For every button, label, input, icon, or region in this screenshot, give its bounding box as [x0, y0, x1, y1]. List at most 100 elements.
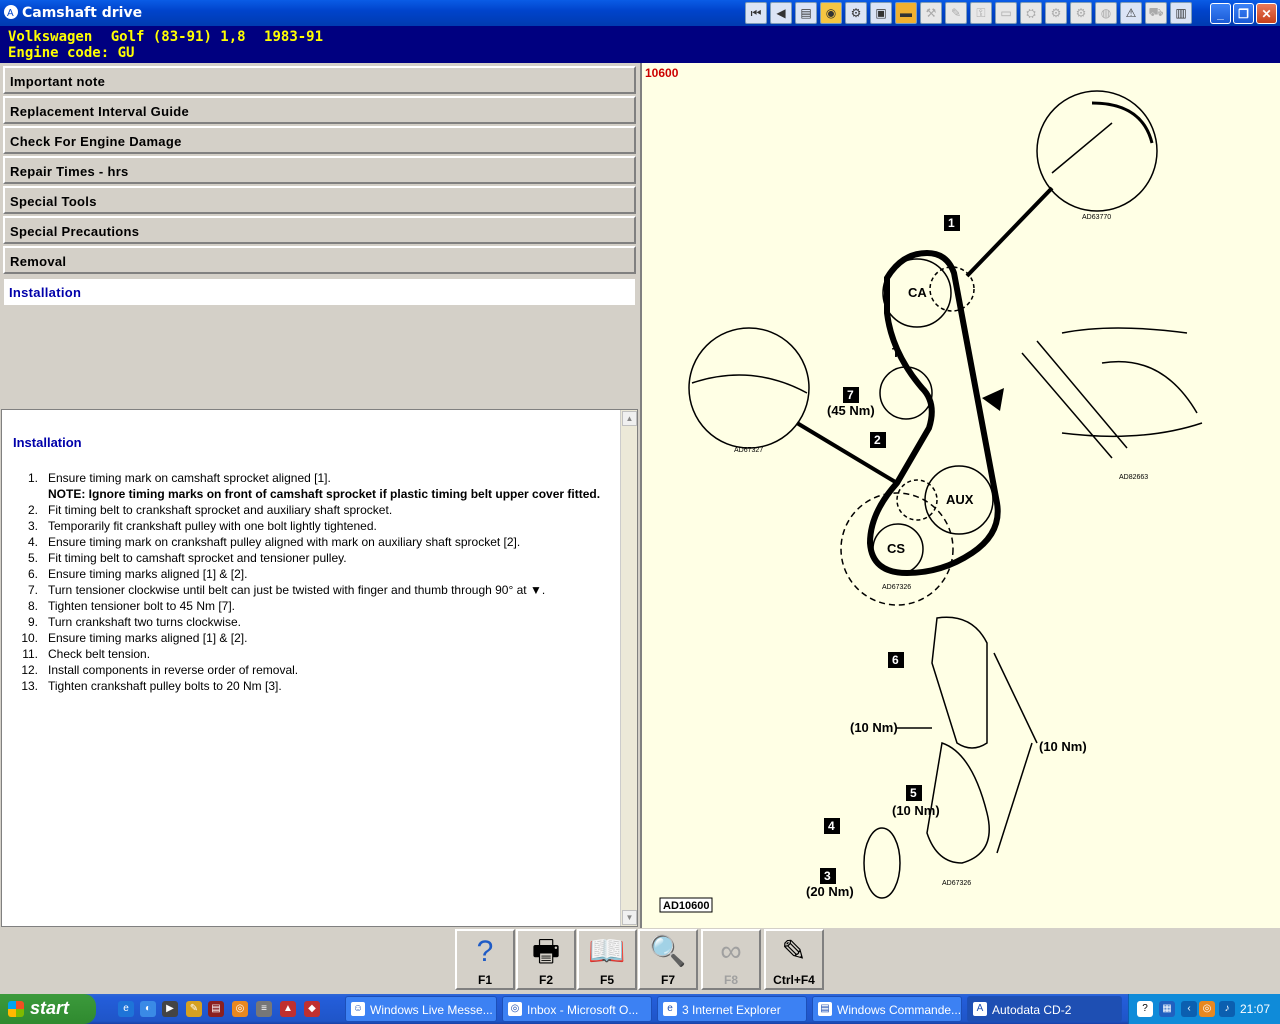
task-ie-group[interactable]: e3 Internet Explorer: [657, 996, 807, 1022]
callout-3: 3: [824, 869, 831, 883]
help-tray-icon[interactable]: ?: [1137, 1001, 1153, 1017]
chevron-left-icon[interactable]: ‹: [1181, 1001, 1197, 1017]
restore-button[interactable]: ❐: [1233, 3, 1254, 24]
app-icon[interactable]: ▲: [280, 1001, 296, 1017]
scroll-up-icon[interactable]: ▲: [622, 411, 637, 426]
minimize-button[interactable]: _: [1210, 3, 1231, 24]
belt-icon[interactable]: ▭: [995, 2, 1017, 24]
tool-icon[interactable]: ⚿: [970, 2, 992, 24]
step-body: Check belt tension.: [48, 646, 150, 662]
step-text: Check belt tension.: [48, 647, 151, 661]
label-tensioner: T: [892, 345, 900, 360]
label-torque-10a: (10 Nm): [850, 720, 898, 735]
tension-point-marker: [982, 388, 1004, 411]
vehicle-model: Golf (83-91) 1,8: [110, 29, 246, 45]
step-text: Tighten tensioner bolt to 45 Nm [7].: [48, 599, 235, 613]
diagram-ref: AD10600: [663, 900, 709, 912]
callout-4: 4: [828, 819, 835, 833]
outlook-icon[interactable]: ◎: [232, 1001, 248, 1017]
book-icon[interactable]: ▤: [795, 2, 817, 24]
installation-steps: 1. Ensure timing mark on camshaft sprocke…: [14, 470, 614, 694]
step-number: 11.: [22, 647, 38, 661]
zoom-button[interactable]: 🔍 F7: [638, 929, 698, 990]
step-text: Temporarily fit crankshaft pulley with o…: [48, 519, 377, 533]
quicklaunch-icon[interactable]: ◐: [140, 1001, 156, 1017]
ie-icon[interactable]: e: [118, 1001, 134, 1017]
app-icon[interactable]: ≡: [256, 1001, 272, 1017]
figure-ref: AD82663: [1119, 474, 1148, 481]
inset-detail-circle: [1036, 90, 1158, 212]
media-icon[interactable]: ▶: [162, 1001, 178, 1017]
globe-icon[interactable]: ◍: [1095, 2, 1117, 24]
label-torque-20: (20 Nm): [806, 884, 854, 899]
step-item: 1. Ensure timing mark on camshaft sprocke…: [14, 470, 614, 502]
warning-icon[interactable]: ⚠: [1120, 2, 1142, 24]
step-text: Ensure timing marks aligned [1] & [2].: [48, 631, 248, 645]
help-button[interactable]: ? F1: [455, 929, 515, 990]
nav-repair-times[interactable]: Repair Times - hrs: [3, 156, 636, 184]
task-outlook[interactable]: ◎ Inbox - Microsoft O...: [502, 996, 652, 1022]
app-icon[interactable]: ▤: [208, 1001, 224, 1017]
step-body: Fit timing belt to crankshaft sprocket a…: [48, 502, 392, 518]
svg-text:A: A: [7, 8, 14, 19]
belt-button[interactable]: ∞ F8: [701, 929, 761, 990]
ie-icon: e: [663, 1002, 677, 1016]
clock: 21:07: [1239, 1002, 1270, 1016]
scroll-down-icon[interactable]: ▼: [622, 910, 637, 925]
label-torque-45: (45 Nm): [827, 403, 875, 418]
step-text: Ensure timing mark on camshaft sprocket …: [48, 471, 331, 485]
network-icon[interactable]: ▦: [1159, 1001, 1175, 1017]
doc-icon[interactable]: ▥: [1170, 2, 1192, 24]
first-icon[interactable]: ⏮: [745, 2, 767, 24]
callout-7: 7: [847, 388, 854, 402]
step-number: 1.: [27, 471, 38, 485]
step-item: 12. Install components in reverse order o…: [14, 662, 614, 678]
volume-icon[interactable]: ♪: [1219, 1001, 1235, 1017]
step-body: Ensure timing mark on crankshaft pulley …: [48, 534, 520, 550]
task-autodata[interactable]: A Autodata CD-2: [967, 996, 1122, 1022]
coin-icon[interactable]: ◉: [820, 2, 842, 24]
nav-special-tools[interactable]: Special Tools: [3, 186, 636, 214]
figure-ref: AD63770: [1082, 214, 1111, 221]
nav-special-precautions[interactable]: Special Precautions: [3, 216, 636, 244]
nav-replacement-interval[interactable]: Replacement Interval Guide: [3, 96, 636, 124]
prev-icon[interactable]: ◀: [770, 2, 792, 24]
windows-logo-icon: [8, 1001, 24, 1017]
nav-installation[interactable]: Installation: [3, 278, 636, 306]
oil-icon[interactable]: ✎: [945, 2, 967, 24]
app-icon[interactable]: ✎: [186, 1001, 202, 1017]
gears-icon[interactable]: ⚙: [1045, 2, 1067, 24]
book-button[interactable]: 📖 F5: [577, 929, 637, 990]
step-body: Ensure timing mark on camshaft sprocket …: [48, 470, 600, 502]
car-icon[interactable]: ▣: [870, 2, 892, 24]
messenger-icon: ☺: [351, 1002, 365, 1016]
step-body: Install components in reverse order of r…: [48, 662, 298, 678]
task-messenger[interactable]: ☺ Windows Live Messe...: [345, 996, 497, 1022]
car2-icon[interactable]: ⛟: [1145, 2, 1167, 24]
commander-icon: ▤: [818, 1002, 832, 1016]
wrench-icon[interactable]: ▬: [895, 2, 917, 24]
nav-removal[interactable]: Removal: [3, 246, 636, 274]
print-button[interactable]: 🖶 F2: [516, 929, 576, 990]
step-text: Fit timing belt to camshaft sprocket and…: [48, 551, 347, 565]
pump-icon[interactable]: ⛭: [1020, 2, 1042, 24]
vehicle-years: 1983-91: [264, 29, 324, 45]
book-icon: 📖: [588, 935, 626, 968]
step-note: NOTE: Ignore timing marks on front of ca…: [48, 487, 601, 501]
step-body: Ensure timing marks aligned [1] & [2].: [48, 566, 247, 582]
close-button[interactable]: ✕: [1256, 3, 1277, 24]
step-number: 4.: [27, 535, 38, 549]
nav-check-engine-damage[interactable]: Check For Engine Damage: [3, 126, 636, 154]
gear-icon[interactable]: ⚙: [845, 2, 867, 24]
note-button[interactable]: ✎ Ctrl+F4: [764, 929, 824, 990]
tray-app-icon[interactable]: ◎: [1199, 1001, 1215, 1017]
tools-icon[interactable]: ⚒: [920, 2, 942, 24]
callout-5: 5: [910, 786, 917, 800]
nav-important-note[interactable]: Important note: [3, 66, 636, 94]
task-commander[interactable]: ▤ Windows Commande...: [812, 996, 962, 1022]
vertical-scrollbar[interactable]: ▲ ▼: [620, 410, 637, 926]
app-icon[interactable]: ◆: [304, 1001, 320, 1017]
engine-icon[interactable]: ⚙: [1070, 2, 1092, 24]
label-aux: AUX: [946, 492, 974, 507]
start-button[interactable]: start: [0, 994, 96, 1024]
